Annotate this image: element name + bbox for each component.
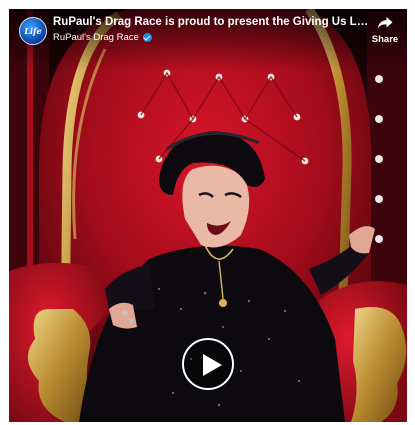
play-icon (203, 354, 222, 376)
share-arrow-icon (377, 17, 393, 29)
share-label: Share (371, 34, 399, 45)
play-button[interactable] (182, 338, 234, 390)
share-button[interactable]: Share (367, 14, 403, 50)
video-title[interactable]: RuPaul's Drag Race is proud to present t… (53, 16, 369, 28)
verified-badge-icon (142, 33, 152, 42)
avatar-logo-text: Life (24, 26, 42, 36)
channel-link[interactable]: RuPaul's Drag Race (53, 32, 152, 43)
channel-avatar[interactable]: Life (19, 17, 47, 45)
video-header: Life RuPaul's Drag Race is proud to pres… (9, 9, 407, 71)
channel-name[interactable]: RuPaul's Drag Race (53, 32, 139, 43)
video-player[interactable]: Life RuPaul's Drag Race is proud to pres… (9, 9, 407, 422)
